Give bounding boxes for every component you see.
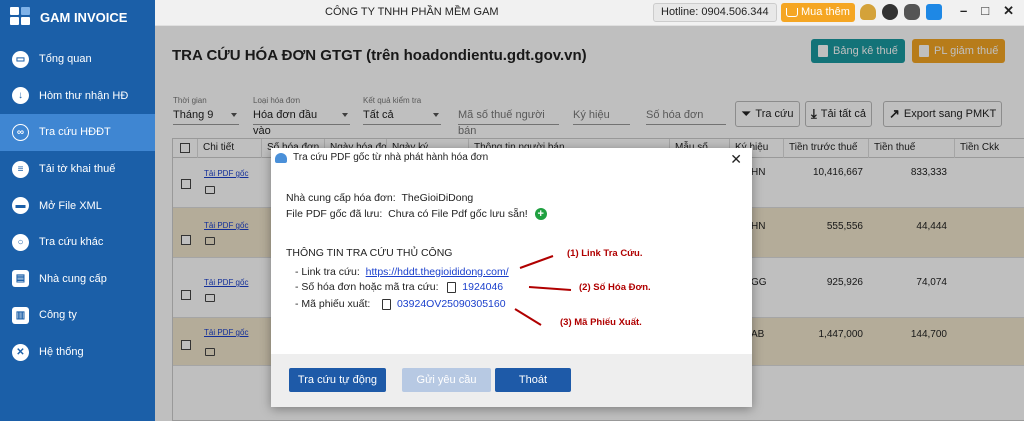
contacts-icon: ▤	[12, 270, 29, 288]
sidebar-nav: ▭ Tổng quan ↓ Hòm thư nhận HĐ ∞ Tra cứu HĐĐ…	[0, 41, 155, 370]
sidebar-item-he-thong[interactable]: ✕ Hệ thống	[0, 334, 155, 371]
cart-icon	[786, 8, 798, 17]
inbox-icon: ↓	[12, 87, 29, 105]
sidebar-item-label: Hệ thống	[39, 346, 84, 359]
sidebar-item-label: Mở File XML	[39, 199, 102, 212]
window-controls: – □ ✕	[960, 3, 1014, 19]
sidebar-item-nha-cung-cap[interactable]: ▤ Nhà cung cấp	[0, 261, 155, 298]
chat-icon[interactable]	[882, 4, 898, 20]
company-name: CÔNG TY TNHH PHẦN MỀM GAM	[325, 6, 499, 18]
maximize-icon[interactable]: □	[981, 3, 989, 19]
building-icon: ▥	[12, 306, 29, 324]
zalo-icon[interactable]	[926, 4, 942, 20]
sidebar-item-mo-file-xml[interactable]: ▬ Mở File XML	[0, 187, 155, 224]
money-bag-icon[interactable]	[860, 4, 876, 20]
sidebar-item-tra-cuu-khac[interactable]: ○ Tra cứu khác	[0, 224, 155, 261]
sidebar-item-hom-thu[interactable]: ↓ Hòm thư nhận HĐ	[0, 78, 155, 115]
tools-icon: ✕	[12, 343, 29, 361]
sidebar-item-tong-quan[interactable]: ▭ Tổng quan	[0, 41, 155, 78]
buy-more-label: Mua thêm	[801, 6, 850, 18]
arrow-invoice	[528, 286, 572, 291]
sidebar-item-tra-cuu-hddt[interactable]: ∞ Tra cứu HĐĐT	[0, 114, 155, 151]
app-name: GAM INVOICE	[40, 9, 128, 25]
app-logo: GAM INVOICE	[10, 7, 127, 27]
monitor-icon: ▭	[12, 50, 29, 68]
arrow-slip	[514, 308, 542, 326]
document-icon: ≡	[12, 160, 29, 178]
sidebar-item-label: Tải tờ khai thuế	[39, 163, 116, 176]
sidebar-item-tai-to-khai[interactable]: ≡ Tải tờ khai thuế	[0, 151, 155, 188]
sidebar-item-label: Công ty	[39, 309, 77, 322]
hotline: Hotline: 0904.506.344	[653, 3, 777, 22]
sidebar-item-label: Hòm thư nhận HĐ	[39, 89, 129, 102]
top-icons	[860, 4, 942, 20]
close-window-icon[interactable]: ✕	[1003, 3, 1014, 19]
link-icon: ∞	[12, 123, 29, 141]
grid-logo-icon	[10, 7, 32, 27]
support-icon[interactable]	[904, 4, 920, 20]
sidebar-item-label: Tra cứu khác	[39, 236, 104, 249]
search-icon: ○	[12, 233, 29, 251]
sidebar-item-cong-ty[interactable]: ▥ Công ty	[0, 297, 155, 334]
arrow-link	[519, 255, 554, 269]
pdf-lookup-dialog: Tra cứu PDF gốc từ nhà phát hành hóa đơn…	[271, 148, 752, 407]
buy-more-button[interactable]: Mua thêm	[781, 3, 855, 22]
auto-lookup-button[interactable]: Tra cứu tự động	[289, 368, 386, 392]
exit-button[interactable]: Thoát	[495, 368, 571, 392]
folder-icon: ▬	[12, 197, 29, 215]
sidebar-item-label: Tra cứu HĐĐT	[39, 126, 111, 139]
minimize-icon[interactable]: –	[960, 3, 967, 19]
send-request-button[interactable]: Gửi yêu cầu	[402, 368, 491, 392]
sidebar-item-label: Nhà cung cấp	[39, 272, 107, 285]
top-bar: CÔNG TY TNHH PHẦN MỀM GAM Hotline: 0904.…	[155, 0, 1024, 26]
sidebar-item-label: Tổng quan	[39, 53, 92, 66]
sidebar: GAM INVOICE ▭ Tổng quan ↓ Hòm thư nhận HĐ …	[0, 0, 155, 421]
